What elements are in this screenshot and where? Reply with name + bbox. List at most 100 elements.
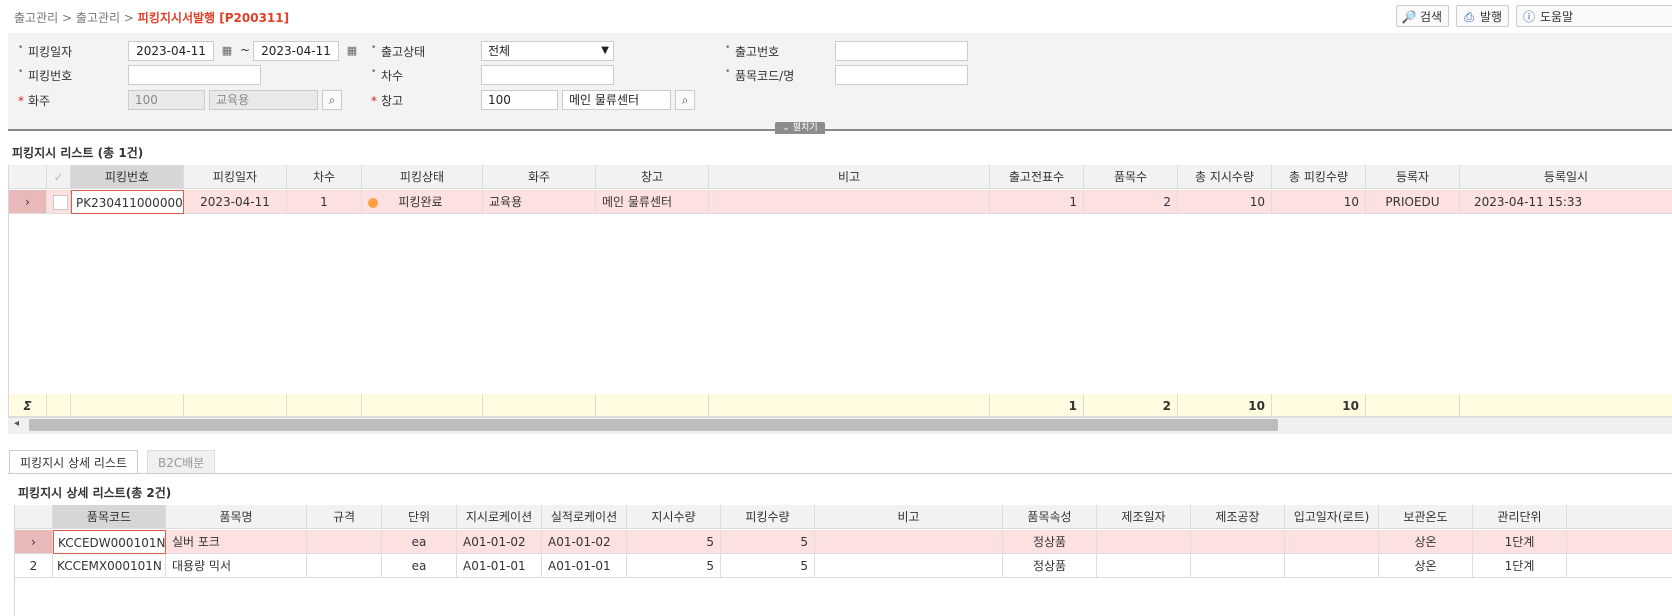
scroll-left-icon[interactable]: ◂ [14,418,19,429]
cell-qty-order: 5 [627,554,721,578]
cell-in-date [1285,530,1379,554]
cell-picking-no[interactable]: PK2304110000001 [71,190,184,214]
cell-note [815,530,1003,554]
date-to-input[interactable]: 2023-04-11 [253,41,339,61]
col-qty-picked[interactable]: 피킹수량 [721,505,815,529]
breadcrumb-item[interactable]: 출고관리 [76,11,120,25]
cell-unit: ea [382,530,457,554]
help-icon: ⓘ [1522,10,1535,24]
status-dot-icon [368,197,378,208]
help-button[interactable]: ⓘ 도움말 [1516,5,1672,27]
issue-button[interactable]: ⎙ 발행 [1456,5,1510,27]
seq-input[interactable] [481,65,614,85]
cell-factory [1191,530,1285,554]
col-factory[interactable]: 제조공장 [1191,505,1285,529]
magnifier-icon: 🔎 [1401,10,1417,24]
ship-no-input[interactable] [835,41,968,61]
col-ordered[interactable]: 총 지시수량 [1178,165,1272,189]
select-all-check[interactable]: ✓ [47,165,71,189]
col-loc-order[interactable]: 지시로케이션 [457,505,542,529]
cell-owner: 교육용 [483,190,596,214]
cell-note [815,554,1003,578]
col-items[interactable]: 품목수 [1084,165,1178,189]
cell-item-name: 대용량 믹서 [166,554,307,578]
cell-loc-actual: A01-01-01 [542,554,627,578]
col-picked[interactable]: 총 피킹수량 [1272,165,1366,189]
col-item-name[interactable]: 품목명 [166,505,307,529]
cell-item-code[interactable]: KCCEDW000101N [53,530,166,554]
scrollbar-thumb[interactable] [29,419,1278,431]
row-checkbox[interactable] [53,195,68,210]
warehouse-name-input[interactable]: 메인 물류센터 [562,90,671,110]
cell-attr: 정상품 [1003,530,1097,554]
col-date[interactable]: 피킹일자 [184,165,287,189]
row-indicator-icon: › [15,530,53,554]
col-mgmt-unit[interactable]: 관리단위 [1473,505,1567,529]
cell-unit: ea [382,554,457,578]
col-qty-order[interactable]: 지시수량 [627,505,721,529]
col-note[interactable]: 비고 [815,505,1003,529]
col-item-code[interactable]: 품목코드 [53,505,166,529]
cell-user: PRIOEDU [1366,190,1460,214]
cell-temp: 상온 [1379,554,1473,578]
cell-qty-order: 5 [627,530,721,554]
ship-status-label: • 출고상태 [371,43,426,59]
row-indicator-icon: › [9,190,47,214]
col-status[interactable]: 피킹상태 [362,165,483,189]
sum-items: 2 [1084,394,1178,417]
search-button[interactable]: 🔎 검색 [1396,5,1450,27]
date-from-input[interactable]: 2023-04-11 [128,41,214,61]
col-attr[interactable]: 품목속성 [1003,505,1097,529]
search-icon: ⌕ [681,93,689,107]
table-row[interactable]: 2 KCCEMX000101N 대용량 믹서 ea A01-01-01 A01-… [15,554,1672,578]
issue-button-label: 발행 [1480,10,1503,24]
cell-loc-order: A01-01-01 [457,554,542,578]
item-input[interactable] [835,65,968,85]
picking-date-label: • 피킹일자 [18,43,73,59]
table-row[interactable]: › KCCEDW000101N 실버 포크 ea A01-01-02 A01-0… [15,530,1672,554]
col-reg-time[interactable]: 등록일시 [1460,165,1672,189]
picking-list-title: 피킹지시 리스트 (총 1건) [12,146,144,160]
col-warehouse[interactable]: 창고 [596,165,709,189]
col-seq[interactable]: 차수 [287,165,362,189]
picking-no-input[interactable] [128,65,261,85]
search-icon: ⌕ [328,93,336,107]
breadcrumb: 출고관리 > 출고관리 > 피킹지시서발행 [P200311] [14,9,289,26]
table-row[interactable]: › PK2304110000001 2023-04-11 1 피킹완료 교육용 … [9,190,1672,214]
col-note[interactable]: 비고 [709,165,990,189]
owner-code-input: 100 [128,90,205,110]
col-picking-no[interactable]: 피킹번호 [71,165,184,189]
cell-mfg-date [1097,530,1191,554]
col-owner[interactable]: 화주 [483,165,596,189]
expand-toggle[interactable]: ⌄ 펼치기 [775,122,825,134]
calendar-icon[interactable]: ▦ [219,43,235,59]
col-temp[interactable]: 보관온도 [1379,505,1473,529]
cell-qty-picked: 5 [721,554,815,578]
col-mfg-date[interactable]: 제조일자 [1097,505,1191,529]
tab-divider [8,473,1672,474]
col-slips[interactable]: 출고전표수 [990,165,1084,189]
cell-temp: 상온 [1379,530,1473,554]
breadcrumb-item[interactable]: 출고관리 [14,11,58,25]
warehouse-code-input[interactable]: 100 [481,90,558,110]
col-user[interactable]: 등록자 [1366,165,1460,189]
col-in-date[interactable]: 입고일자(로트) [1285,505,1379,529]
calendar-icon[interactable]: ▦ [344,43,360,59]
chevron-down-icon: ⌄ [782,123,790,133]
picking-no-label: • 피킹번호 [18,67,73,83]
warehouse-search-button[interactable]: ⌕ [675,90,695,110]
cell-date: 2023-04-11 [184,190,287,214]
col-loc-actual[interactable]: 실적로케이션 [542,505,627,529]
col-unit[interactable]: 단위 [382,505,457,529]
cell-item-name: 실버 포크 [166,530,307,554]
warehouse-label: * 창고 [371,94,404,108]
tab-picking-detail[interactable]: 피킹지시 상세 리스트 [9,450,138,474]
seq-label: • 차수 [371,67,404,83]
tab-b2c[interactable]: B2C배분 [147,450,216,474]
col-spec[interactable]: 규격 [307,505,382,529]
cell-warehouse: 메인 물류센터 [596,190,709,214]
cell-item-code[interactable]: KCCEMX000101N [53,554,166,578]
owner-search-button[interactable]: ⌕ [322,90,342,110]
ship-status-select[interactable]: 전체 ▼ [481,41,614,61]
cell-status: 피킹완료 [362,190,483,214]
